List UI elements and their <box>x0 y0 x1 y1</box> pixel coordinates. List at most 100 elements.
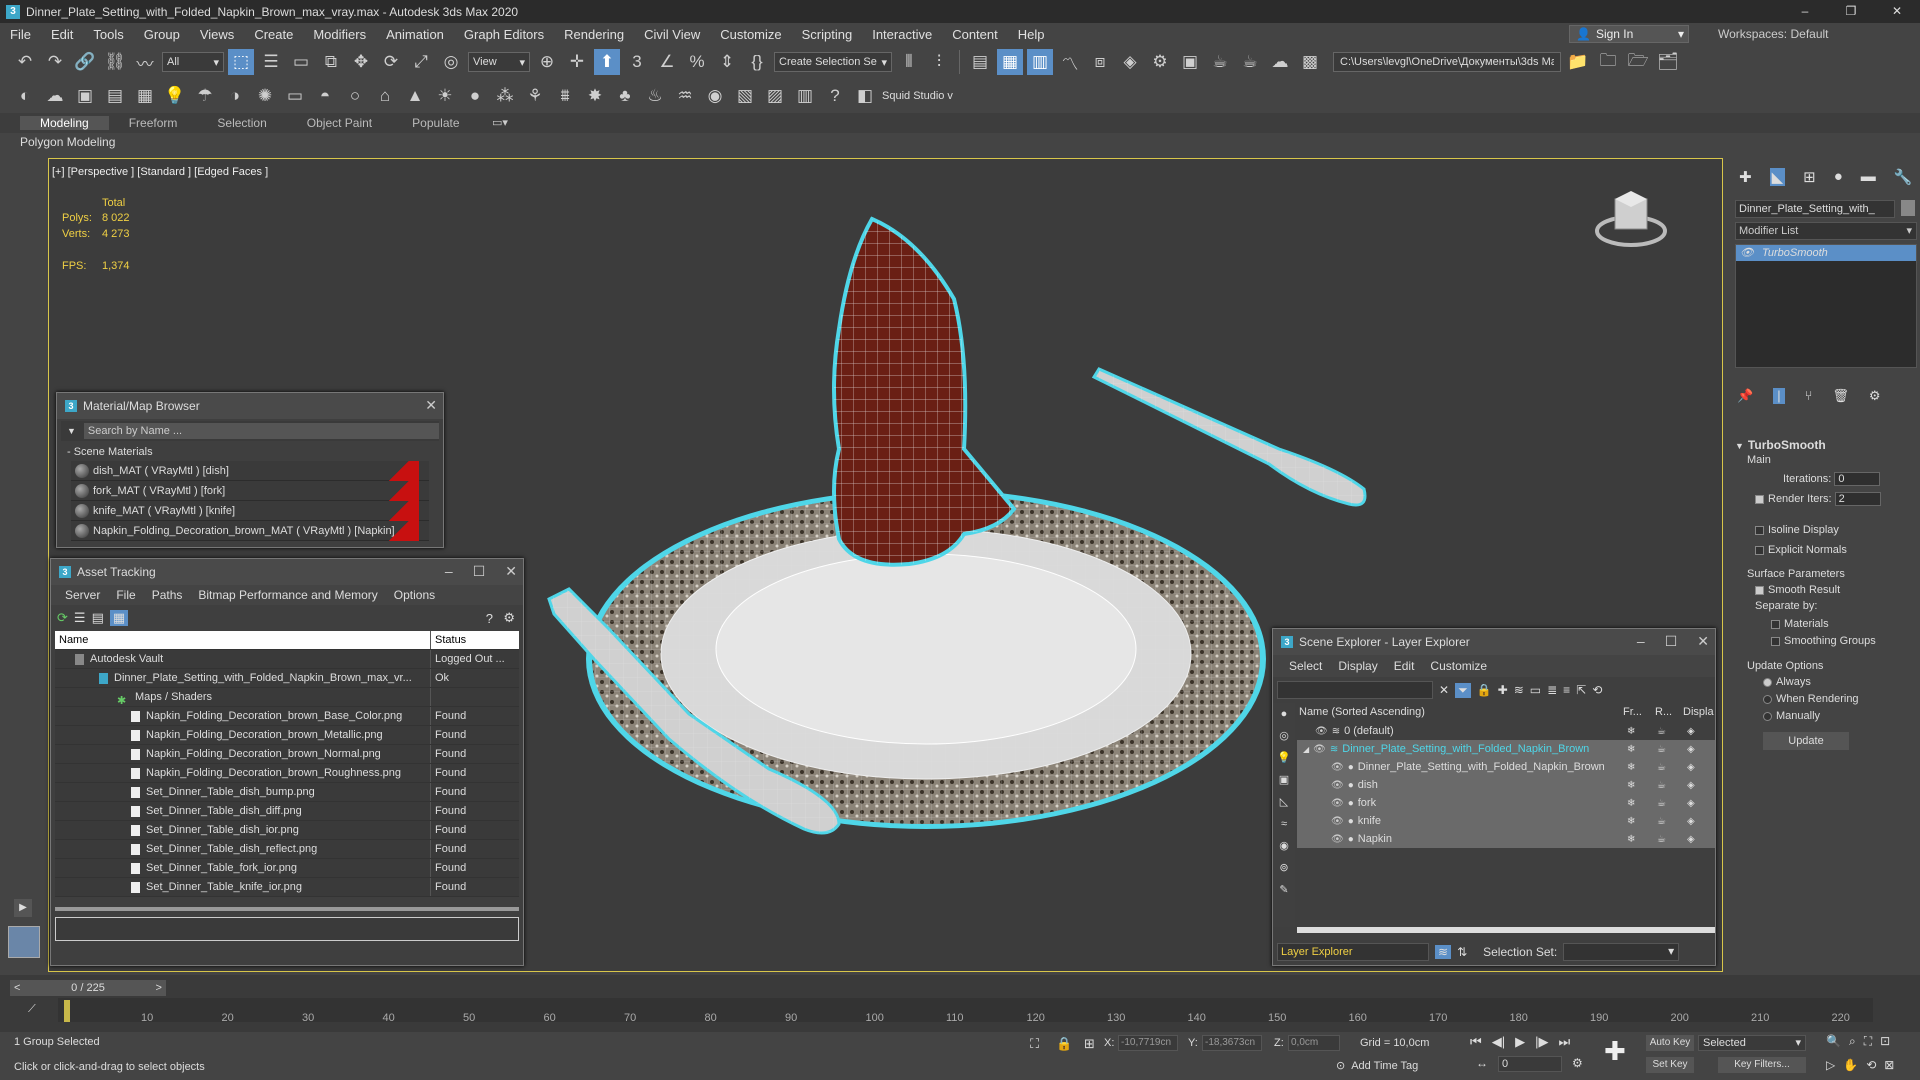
project-new-icon[interactable]: 🗀 <box>1595 49 1621 75</box>
asset-row[interactable]: Set_Dinner_Table_knife_ior.png Found <box>55 878 519 897</box>
render-in-cloud-icon[interactable]: ☁ <box>1267 49 1293 75</box>
ribbon-tab-object-paint[interactable]: Object Paint <box>287 116 392 130</box>
set-key-button[interactable]: Set Key <box>1646 1057 1694 1073</box>
renderable-icon[interactable]: ☕ <box>1657 744 1666 755</box>
col-render[interactable]: R... <box>1655 706 1683 718</box>
asset-row[interactable]: Set_Dinner_Table_dish_diff.png Found <box>55 802 519 821</box>
workspaces-selector[interactable]: Workspaces: Default <box>1718 27 1829 41</box>
hierarchy-tab-icon[interactable]: ⊞ <box>1803 168 1816 186</box>
maximize-icon[interactable]: ☐ <box>473 563 486 580</box>
isoline-checkbox[interactable] <box>1755 525 1764 535</box>
zoom-extents-all-icon[interactable]: ⊡ <box>1880 1034 1890 1049</box>
clear-search-icon[interactable]: ✕ <box>1439 683 1449 697</box>
modifier-stack-item[interactable]: 👁 TurboSmooth <box>1736 245 1916 261</box>
display-cameras-icon[interactable]: ▣ <box>1273 769 1295 791</box>
toggle-scene-explorer-icon[interactable]: ▤ <box>967 49 993 75</box>
vray-mesh-export-icon[interactable]: ▧ <box>732 83 758 109</box>
display-icon[interactable]: ◈ <box>1687 726 1695 737</box>
minimize-icon[interactable]: – <box>445 563 453 580</box>
unlink-icon[interactable]: ⛓ <box>102 49 128 75</box>
material-item[interactable]: fork_MAT ( VRayMtl ) [fork] <box>71 481 429 501</box>
zoom-icon[interactable]: 🔍 <box>1826 1034 1841 1049</box>
explorer-menu-edit[interactable]: Edit <box>1386 659 1423 673</box>
x-coord-field[interactable]: -10,7719cn <box>1118 1035 1178 1051</box>
prev-frame-icon[interactable]: < <box>14 982 20 994</box>
select-children-icon[interactable]: ⇱ <box>1576 683 1586 697</box>
renderable-icon[interactable]: ☕ <box>1657 726 1666 737</box>
align-icon[interactable]: ⫶ <box>926 49 952 75</box>
asset-path-field[interactable] <box>55 917 519 941</box>
freeze-icon[interactable]: ❄ <box>1627 726 1635 737</box>
display-icon[interactable]: ◈ <box>1687 762 1695 773</box>
asset-row[interactable]: Napkin_Folding_Decoration_brown_Metallic… <box>55 726 519 745</box>
spinner-snap-icon[interactable]: ⇕ <box>714 49 740 75</box>
key-filters-button[interactable]: Key Filters... <box>1718 1057 1806 1073</box>
explicit-normals-checkbox[interactable] <box>1755 545 1764 555</box>
vray-sphere-icon[interactable]: ○ <box>342 83 368 109</box>
col-display[interactable]: Displa <box>1683 706 1715 718</box>
schematic-view-icon[interactable]: ⧈ <box>1087 49 1113 75</box>
vray-settings-icon[interactable]: ▥ <box>792 83 818 109</box>
display-tab-icon[interactable]: ▬ <box>1861 168 1876 186</box>
horizontal-scrollbar[interactable] <box>55 907 519 911</box>
z-coord-field[interactable]: 0,0cm <box>1288 1035 1340 1051</box>
display-spacewarps-icon[interactable]: ◉ <box>1273 835 1295 857</box>
material-browser-titlebar[interactable]: 3 Material/Map Browser ✕ <box>57 393 443 419</box>
explorer-hscrollbar[interactable] <box>1297 927 1715 933</box>
vray-lister-icon[interactable]: ▦ <box>132 83 158 109</box>
restore-button[interactable]: ❐ <box>1828 0 1874 23</box>
material-search-input[interactable]: Search by Name ... <box>83 423 439 439</box>
display-icon[interactable]: ◈ <box>1687 816 1695 827</box>
mirror-icon[interactable]: ⫴ <box>896 49 922 75</box>
vray-vrscene-icon[interactable]: ▨ <box>762 83 788 109</box>
vray-sun-icon[interactable]: ☀ <box>432 83 458 109</box>
table-view-icon[interactable]: ▦ <box>109 610 129 626</box>
display-icon[interactable]: ◈ <box>1687 780 1695 791</box>
minimize-icon[interactable]: – <box>1637 633 1645 650</box>
sign-in-button[interactable]: 👤 Sign In ▾ <box>1569 25 1689 43</box>
angle-snap-icon[interactable]: ∠ <box>654 49 680 75</box>
asset-row[interactable]: Set_Dinner_Table_dish_ior.png Found <box>55 821 519 840</box>
vray-dome-light-icon[interactable]: ☂ <box>192 83 218 109</box>
next-frame-icon[interactable]: |▶ <box>1535 1034 1548 1050</box>
turbosmooth-rollout-header[interactable]: ▼ TurboSmooth <box>1735 438 1917 452</box>
layers-stack-icon[interactable]: ≣ <box>1547 683 1557 697</box>
asset-row[interactable]: ✱ Maps / Shaders <box>55 688 519 707</box>
select-by-name-icon[interactable]: ☰ <box>258 49 284 75</box>
configure-modifier-sets-icon[interactable]: ⚙ <box>1869 388 1881 404</box>
time-slider[interactable]: <0 / 225 > <box>10 980 166 996</box>
manually-radio[interactable] <box>1763 711 1772 721</box>
next-frame-icon[interactable]: > <box>156 982 162 994</box>
vray-dome-icon[interactable]: ◓ <box>312 83 338 109</box>
asset-row[interactable]: Dinner_Plate_Setting_with_Folded_Napkin_… <box>55 669 519 688</box>
help-icon[interactable]: ? <box>822 83 848 109</box>
iterations-spinner[interactable]: 0 <box>1834 472 1881 486</box>
scene-search-input[interactable] <box>1277 681 1433 699</box>
viewcube[interactable] <box>1595 191 1667 247</box>
filter-icon[interactable]: ⏷ <box>1455 682 1471 698</box>
modifier-list-dropdown[interactable]: Modifier List ▾ <box>1735 222 1917 240</box>
squid-studio-icon[interactable]: ◧ <box>852 83 878 109</box>
key-selection-dropdown[interactable]: Selected ▾ <box>1698 1035 1806 1051</box>
ribbon-panel-polygon-modeling[interactable]: Polygon Modeling <box>0 133 1920 151</box>
selection-lock-icon[interactable]: 🔒 <box>1056 1036 1072 1052</box>
display-none-icon[interactable]: ● <box>1273 703 1295 725</box>
add-time-tag[interactable]: ⊙ Add Time Tag <box>1336 1059 1418 1072</box>
menu-help[interactable]: Help <box>1008 27 1055 42</box>
freeze-icon[interactable]: ❄ <box>1627 816 1635 827</box>
scene-materials-header[interactable]: - Scene Materials <box>57 443 443 461</box>
expand-arrow-icon[interactable]: ◢ <box>1303 745 1309 754</box>
show-end-result-icon[interactable]: | <box>1773 388 1785 404</box>
keyboard-shortcut-icon[interactable]: ⬆ <box>594 49 620 75</box>
layer-tree-row[interactable]: 👁 ≋ 0 (default) ❄ ☕ ◈ <box>1297 722 1715 740</box>
freeze-icon[interactable]: ❄ <box>1627 798 1635 809</box>
menu-edit[interactable]: Edit <box>41 27 83 42</box>
viewport-layout-thumbnail[interactable] <box>8 926 40 958</box>
vray-frame-buffer-icon[interactable]: ▣ <box>72 83 98 109</box>
render-iters-spinner[interactable]: 2 <box>1834 492 1881 506</box>
material-item[interactable]: dish_MAT ( VRayMtl ) [dish] <box>71 461 429 481</box>
display-groups-icon[interactable]: ⊚ <box>1273 857 1295 879</box>
new-layer-icon[interactable]: ✚ <box>1498 683 1508 697</box>
vray-cone-icon[interactable]: ▲ <box>402 83 428 109</box>
triangle-down-icon[interactable]: ▼ <box>67 426 76 436</box>
